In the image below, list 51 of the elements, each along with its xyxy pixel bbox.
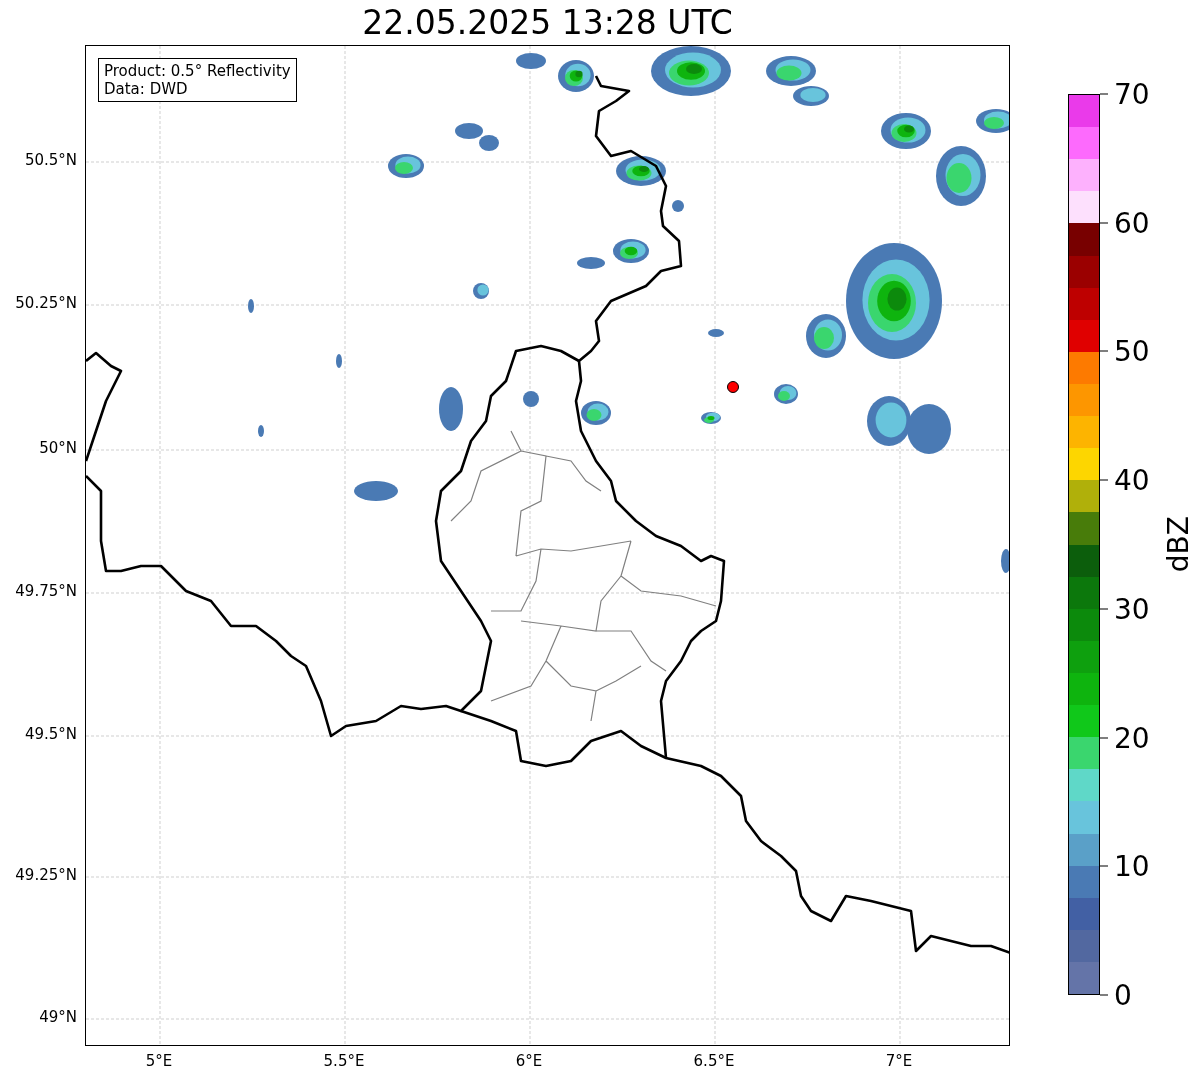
colorbar-label: dBZ bbox=[1162, 516, 1195, 573]
colorbar-tick-label: 60 bbox=[1100, 206, 1150, 240]
radar-site-marker bbox=[727, 381, 739, 393]
radar-echo bbox=[523, 391, 539, 407]
radar-echo bbox=[867, 396, 911, 446]
radar-echo bbox=[439, 387, 463, 431]
latitude-tick-label: 49.75°N bbox=[15, 582, 77, 600]
info-text: Data: DWD bbox=[104, 80, 189, 98]
radar-echo bbox=[976, 109, 1009, 133]
radar-echo bbox=[581, 401, 611, 425]
radar-echo bbox=[388, 154, 424, 178]
radar-echo bbox=[708, 329, 724, 337]
radar-echo bbox=[774, 384, 798, 404]
chart-title: 22.05.2025 13:28 UTC bbox=[362, 3, 733, 42]
latitude-tick-label: 50.25°N bbox=[15, 294, 77, 312]
longitude-tick-label: 5.5°E bbox=[323, 1052, 365, 1070]
latitude-tick-label: 50°N bbox=[39, 439, 77, 457]
longitude-tick-label: 5°E bbox=[145, 1052, 173, 1070]
radar-echo bbox=[516, 53, 546, 69]
colorbar-tick-label: 30 bbox=[1100, 592, 1150, 626]
radar-echo bbox=[479, 135, 499, 151]
radar-echo bbox=[881, 113, 931, 149]
latitude-tick-label: 49°N bbox=[39, 1008, 77, 1026]
latitude-tick-label: 50.5°N bbox=[24, 151, 77, 169]
radar-echo bbox=[354, 481, 398, 501]
colorbar-tick-label: 50 bbox=[1100, 334, 1150, 368]
radar-echo bbox=[455, 123, 483, 139]
latitude-tick-label: 49.25°N bbox=[15, 866, 77, 884]
radar-echo bbox=[258, 425, 264, 437]
colorbar-tick-label: 20 bbox=[1100, 721, 1150, 755]
longitude-tick-label: 7°E bbox=[885, 1052, 913, 1070]
radar-echo bbox=[701, 412, 721, 424]
latitude-tick-label: 49.5°N bbox=[24, 725, 77, 743]
radar-echo bbox=[613, 239, 649, 263]
radar-echo bbox=[577, 257, 605, 269]
radar-echo bbox=[558, 60, 594, 92]
colorbar-tick-label: 70 bbox=[1100, 77, 1150, 111]
radar-echo bbox=[248, 299, 254, 313]
radar-echo bbox=[473, 283, 489, 299]
radar-echo bbox=[936, 146, 986, 206]
colorbar-tick-label: 40 bbox=[1100, 463, 1150, 497]
radar-echo bbox=[336, 354, 342, 368]
radar-echo bbox=[1001, 549, 1009, 573]
colorbar-tick-label: 10 bbox=[1100, 849, 1150, 883]
radar-echo bbox=[616, 156, 666, 186]
radar-echo bbox=[672, 200, 684, 212]
longitude-tick-label: 6.5°E bbox=[693, 1052, 735, 1070]
info-text: Product: 0.5° Reflectivity bbox=[104, 62, 291, 80]
longitude-tick-label: 6°E bbox=[515, 1052, 543, 1070]
colorbar-tick-label: 0 bbox=[1100, 978, 1132, 1012]
radar-echo bbox=[907, 404, 951, 454]
